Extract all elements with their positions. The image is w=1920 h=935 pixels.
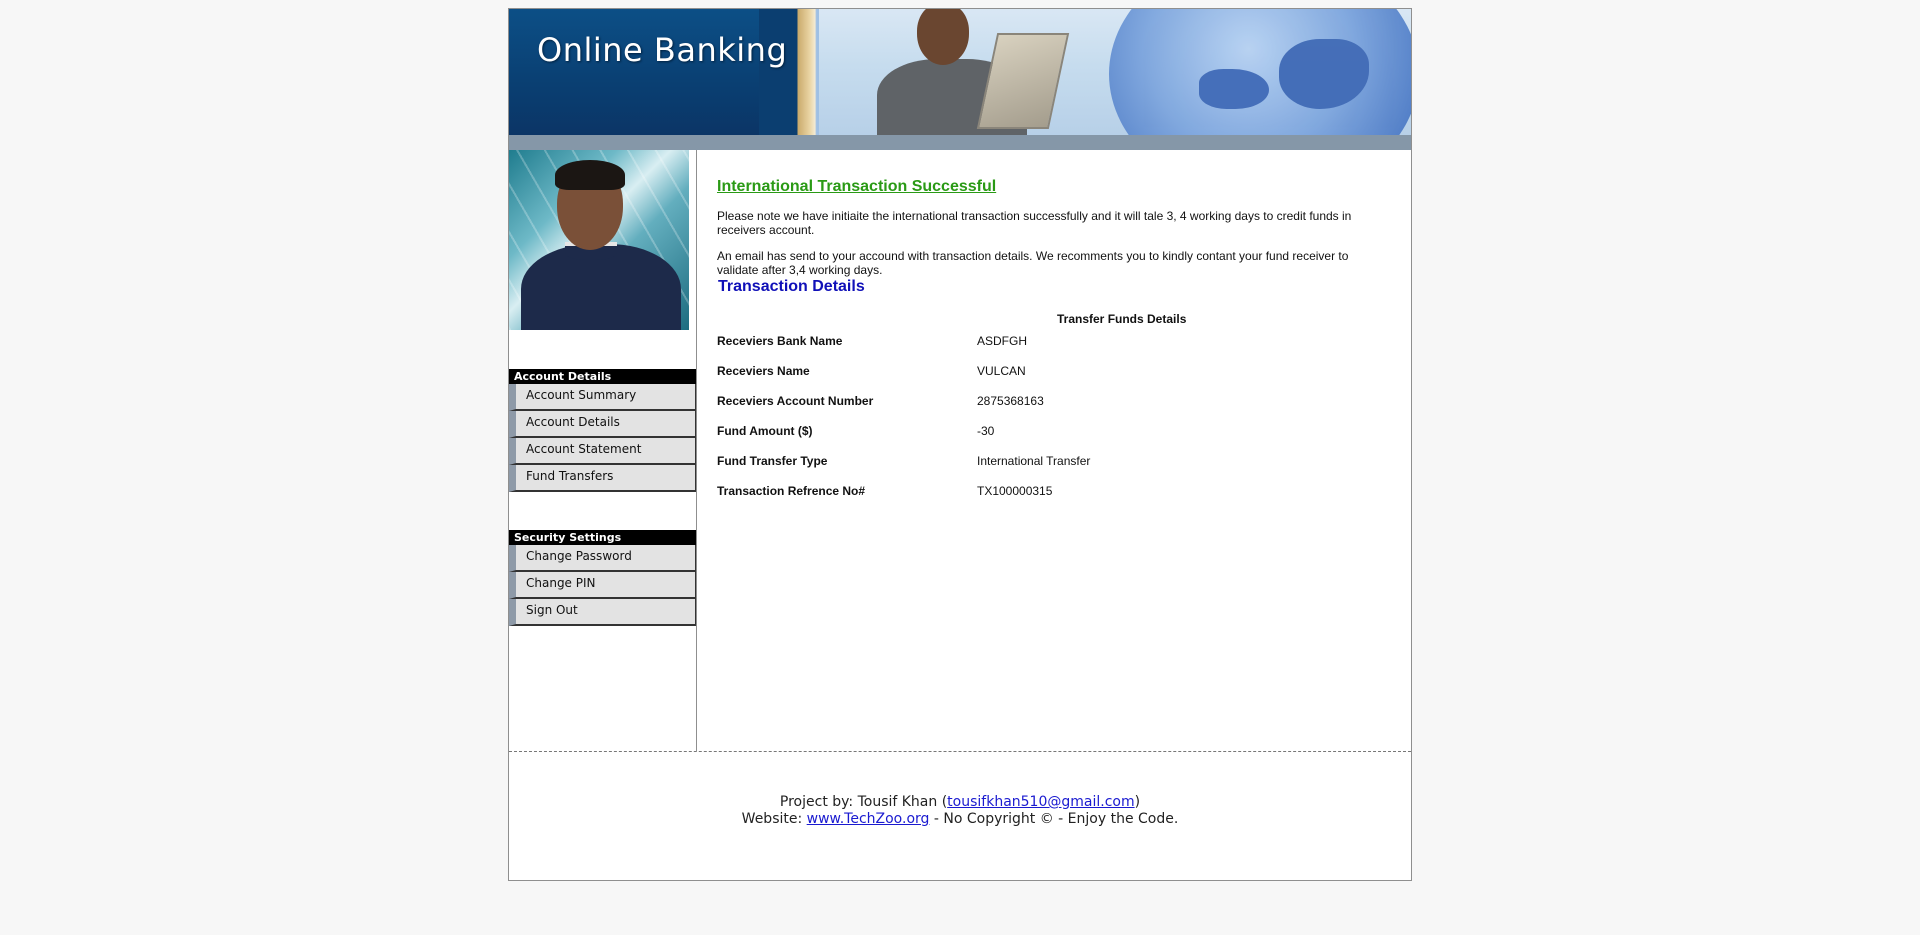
banner-person-image: [857, 9, 1097, 135]
banner-strip: [509, 135, 1411, 150]
reference-no-value: TX100000315: [977, 484, 1053, 498]
sidebar-item-fund-transfers[interactable]: Fund Transfers: [509, 465, 696, 492]
footer-project-prefix: Project by: Tousif Khan (: [779, 794, 948, 810]
transfer-details-caption: Transfer Funds Details: [1057, 312, 1187, 326]
transaction-details-title: Transaction Details: [718, 278, 865, 295]
footer-email-link[interactable]: tousifkhan510@gmail.com: [947, 794, 1134, 810]
footer-project-suffix: ): [1134, 794, 1141, 810]
banner: Online Banking: [509, 9, 1411, 135]
sidebar-item-account-summary[interactable]: Account Summary: [509, 384, 696, 411]
user-photo: [509, 150, 689, 330]
footer-website-line: Website: www.TechZoo.org - No Copyright …: [509, 811, 1411, 827]
success-title: International Transaction Successful: [717, 178, 997, 195]
footer-website-prefix: Website:: [741, 811, 807, 827]
reference-no-label: Transaction Refrence No#: [717, 484, 866, 498]
email-notice: An email has send to your accound with t…: [717, 249, 1349, 277]
account-details-header: Account Details: [509, 369, 696, 384]
receiver-name-label: Receviers Name: [717, 364, 810, 378]
receiver-name-value: VULCAN: [977, 364, 1026, 378]
transfer-type-value: International Transfer: [977, 454, 1091, 468]
page-container: Online Banking Account Details Account S…: [508, 8, 1412, 881]
security-settings-header: Security Settings: [509, 530, 696, 545]
fund-amount-label: Fund Amount ($): [717, 424, 813, 438]
account-number-label: Receviers Account Number: [717, 394, 874, 408]
banner-title: Online Banking: [537, 31, 788, 69]
bank-name-label: Receviers Bank Name: [717, 334, 843, 348]
sidebar-item-change-pin[interactable]: Change PIN: [509, 572, 696, 599]
globe-image: [1109, 9, 1411, 135]
footer: Project by: Tousif Khan (tousifkhan510@g…: [509, 751, 1411, 880]
account-number-value: 2875368163: [977, 394, 1044, 408]
banner-gold-curve: [759, 9, 829, 135]
fund-amount-value: -30: [977, 424, 995, 438]
bank-name-value: ASDFGH: [977, 334, 1028, 348]
footer-project-line: Project by: Tousif Khan (tousifkhan510@g…: [509, 794, 1411, 810]
sidebar-item-sign-out[interactable]: Sign Out: [509, 599, 696, 626]
success-message: Please note we have initiaite the intern…: [717, 209, 1352, 237]
sidebar-item-account-statement[interactable]: Account Statement: [509, 438, 696, 465]
sidebar-item-change-password[interactable]: Change Password: [509, 545, 696, 572]
footer-website-link[interactable]: www.TechZoo.org: [807, 811, 930, 827]
footer-website-suffix: - No Copyright © - Enjoy the Code.: [929, 811, 1179, 827]
transfer-type-label: Fund Transfer Type: [717, 454, 828, 468]
sidebar: Account Details Account Summary Account …: [509, 150, 697, 751]
sidebar-item-account-details[interactable]: Account Details: [509, 411, 696, 438]
